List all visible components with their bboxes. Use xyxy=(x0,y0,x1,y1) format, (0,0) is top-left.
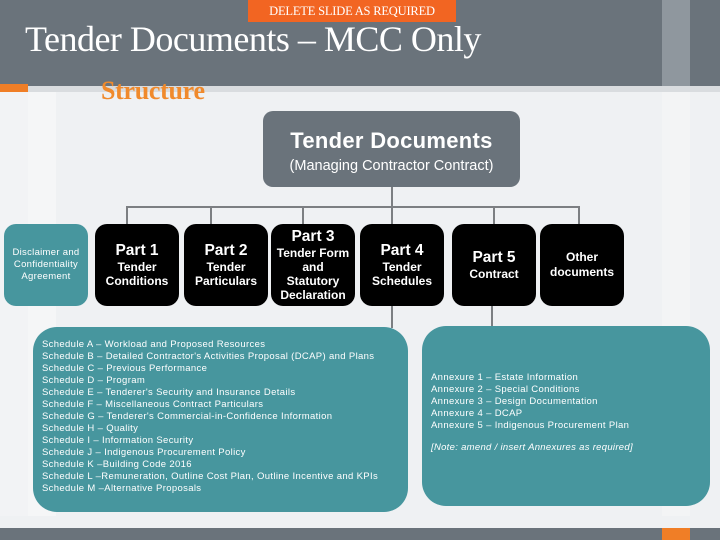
part2-box: Part 2 Tender Particulars xyxy=(184,224,268,306)
part1-box: Part 1 Tender Conditions xyxy=(95,224,179,306)
schedule-item: Schedule B – Detailed Contractor's Activ… xyxy=(42,351,375,362)
slide-subtitle: Structure xyxy=(101,76,205,105)
connector-horizontal xyxy=(126,206,580,208)
schedule-item: Schedule I – Information Security xyxy=(42,435,194,446)
annexures-box: Annexure 1 – Estate Information Annexure… xyxy=(422,326,710,506)
part-label: Part 4 xyxy=(380,242,424,259)
part3-box: Part 3 Tender Form and Statutory Declara… xyxy=(271,224,355,306)
annexure-item: Annexure 5 – Indigenous Procurement Plan xyxy=(431,420,630,431)
connector-part1 xyxy=(126,206,128,224)
annexure-note: [Note: amend / insert Annexures as requi… xyxy=(431,442,633,453)
footer-bar xyxy=(0,528,720,540)
annexure-item: Annexure 3 – Design Documentation xyxy=(431,396,598,407)
schedule-item: Schedule C – Previous Performance xyxy=(42,363,208,374)
schedule-item: Schedule M –Alternative Proposals xyxy=(42,483,202,494)
connector-part3 xyxy=(302,206,304,224)
connector-part5 xyxy=(493,206,495,224)
part5-box: Part 5 Contract xyxy=(452,224,536,306)
schedule-item: Schedule L –Remuneration, Outline Cost P… xyxy=(42,471,379,482)
part-label: Part 5 xyxy=(472,249,516,266)
footer-orange-accent xyxy=(662,528,690,540)
connector-part4-schedules xyxy=(391,306,393,328)
connector-other xyxy=(578,206,580,224)
connector-root-down xyxy=(391,187,393,207)
root-node-tender-documents: Tender Documents (Managing Contractor Co… xyxy=(263,111,520,187)
schedule-item: Schedule H – Quality xyxy=(42,423,139,434)
schedules-box: Schedule A – Workload and Proposed Resou… xyxy=(33,327,408,512)
schedule-item: Schedule K –Building Code 2016 xyxy=(42,459,192,470)
schedule-item: Schedule J – Indigenous Procurement Poli… xyxy=(42,447,246,458)
root-title: Tender Documents xyxy=(290,128,493,153)
schedule-item: Schedule F – Miscellaneous Contract Part… xyxy=(42,399,264,410)
annexure-item: Annexure 2 – Special Conditions xyxy=(431,384,580,395)
slide-title: Tender Documents – MCC Only xyxy=(25,19,481,59)
annexure-item: Annexure 4 – DCAP xyxy=(431,408,523,419)
header-accent-bar xyxy=(662,0,690,86)
connector-part4 xyxy=(391,206,393,224)
part-label: Part 2 xyxy=(204,242,248,259)
disclaimer-box: Disclaimer and Confidentiality Agreement xyxy=(4,224,88,306)
part-label: Part 1 xyxy=(115,242,159,259)
schedule-item: Schedule A – Workload and Proposed Resou… xyxy=(42,339,266,350)
connector-part2 xyxy=(210,206,212,224)
schedule-item: Schedule E – Tenderer's Security and Ins… xyxy=(42,387,296,398)
part-label: Part 3 xyxy=(291,228,335,245)
part4-box: Part 4 Tender Schedules xyxy=(360,224,444,306)
connector-part5-annexures xyxy=(491,306,493,328)
schedule-item: Schedule D – Program xyxy=(42,375,146,386)
root-subtitle: (Managing Contractor Contract) xyxy=(289,158,494,174)
other-documents-box: Other documents xyxy=(540,224,624,306)
schedule-item: Schedule G – Tenderer's Commercial-in-Co… xyxy=(42,411,333,422)
header-orange-accent xyxy=(0,84,28,92)
annexure-item: Annexure 1 – Estate Information xyxy=(431,372,579,383)
